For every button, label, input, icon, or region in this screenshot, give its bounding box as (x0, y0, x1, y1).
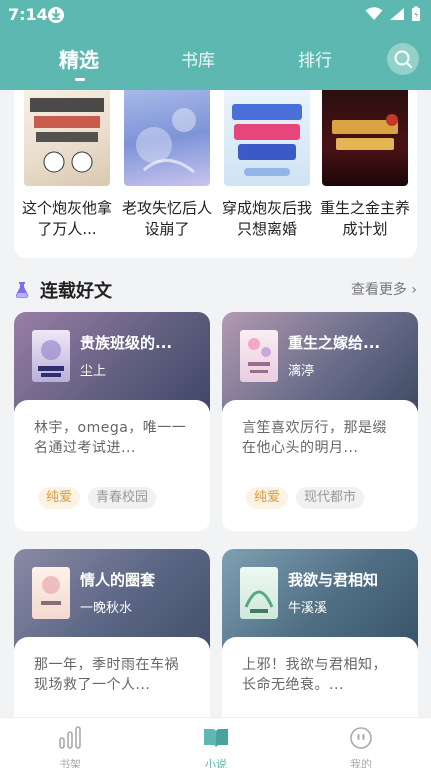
potion-icon (15, 282, 29, 299)
nav-profile[interactable]: 我的 (331, 726, 391, 768)
see-more-link[interactable]: 查看更多 › (351, 279, 417, 299)
chevron-right-icon: › (411, 282, 417, 298)
book-title: 我欲与君相知 (288, 571, 379, 589)
book-title: 贵族班级的... (80, 334, 173, 352)
status-time: 7:14 (8, 5, 48, 24)
serial-book-card[interactable]: 重生之嫁给... 漓渟 言笙喜欢厉行，那是缀在他心头的明月... 纯爱 现代都市 (222, 312, 418, 531)
book-cover (32, 567, 70, 619)
tag-primary: 纯爱 (246, 487, 289, 509)
card-body: 言笙喜欢厉行，那是缀在他心头的明月... 纯爱 现代都市 (222, 400, 418, 531)
book-title: 老攻失忆后人设崩了 (121, 199, 212, 238)
book-title: 这个炮灰他拿了万人... (21, 199, 112, 238)
tab-featured[interactable]: 精选 (59, 44, 99, 73)
wifi-icon (365, 7, 383, 20)
book-title: 穿成炮灰后我只想离婚 (221, 199, 312, 238)
book-title: 重生之嫁给... (288, 334, 381, 352)
book-cover (24, 90, 110, 186)
book-author: 漓渟 (288, 364, 315, 379)
book-item[interactable]: 穿成炮灰后我只想离婚 (222, 90, 312, 240)
book-cover (32, 330, 70, 382)
section-title: 连载好文 (40, 281, 112, 302)
book-title: 情人的圈套 (80, 571, 156, 589)
book-author: 一晚秋水 (80, 601, 133, 616)
nav-novels[interactable]: 小说 (186, 726, 246, 768)
book-description: 上邪！我欲与君相知，长命无绝衰。... (242, 657, 387, 693)
tab-active-indicator (75, 78, 85, 81)
book-author: 牛溪溪 (288, 601, 328, 616)
bottom-navigation: 书架 小说 我的 (0, 717, 431, 768)
tag-secondary: 青春校园 (88, 487, 157, 509)
search-button[interactable] (387, 43, 419, 75)
section-header: 连载好文 查看更多 › (14, 276, 417, 304)
status-icons (365, 6, 421, 22)
nav-bookshelf[interactable]: 书架 (40, 726, 100, 768)
nav-label: 书架 (59, 758, 81, 768)
book-author: 尘上 (80, 364, 107, 379)
serial-book-card[interactable]: 贵族班级的... 尘上 林宇，omega，唯一一名通过考试进... 纯爱 青春校… (14, 312, 210, 531)
battery-icon (412, 6, 420, 21)
book-item[interactable]: 重生之金主养成计划 (320, 90, 410, 240)
book-item[interactable]: 老攻失忆后人设崩了 (122, 90, 212, 240)
recommended-books-strip: 这个炮灰他拿了万人... 老攻失忆后人设崩了 穿成炮灰后我只想离婚 重生之金主养… (14, 90, 417, 258)
open-book-icon (204, 729, 228, 748)
nav-label: 小说 (205, 758, 227, 768)
see-more-label: 查看更多 (350, 282, 407, 298)
book-cover (124, 90, 210, 186)
book-cover (224, 90, 310, 186)
bar-chart-icon (59, 726, 81, 749)
book-description: 那一年，季时雨在车祸现场救了一个人... (34, 657, 179, 693)
nav-label: 我的 (350, 758, 372, 768)
profile-face-icon (350, 727, 372, 749)
app-header: 7:14 精选 书库 排行 (0, 0, 431, 90)
book-cover (240, 330, 278, 382)
book-item[interactable]: 这个炮灰他拿了万人... (22, 90, 112, 240)
download-icon (48, 7, 64, 23)
tab-library[interactable]: 书库 (181, 46, 215, 71)
tag-primary: 纯爱 (38, 487, 81, 509)
book-cover (240, 567, 278, 619)
status-bar: 7:14 (0, 0, 431, 30)
card-body: 林宇，omega，唯一一名通过考试进... 纯爱 青春校园 (14, 400, 210, 531)
top-tabs: 精选 书库 排行 (0, 44, 431, 81)
tab-ranking[interactable]: 排行 (298, 46, 332, 71)
book-description: 言笙喜欢厉行，那是缀在他心头的明月... (242, 420, 387, 456)
tag-secondary: 现代都市 (296, 487, 365, 509)
signal-icon (390, 8, 404, 20)
book-description: 林宇，omega，唯一一名通过考试进... (34, 420, 187, 456)
book-cover (322, 90, 408, 186)
search-icon (394, 50, 412, 68)
book-title: 重生之金主养成计划 (319, 199, 410, 238)
